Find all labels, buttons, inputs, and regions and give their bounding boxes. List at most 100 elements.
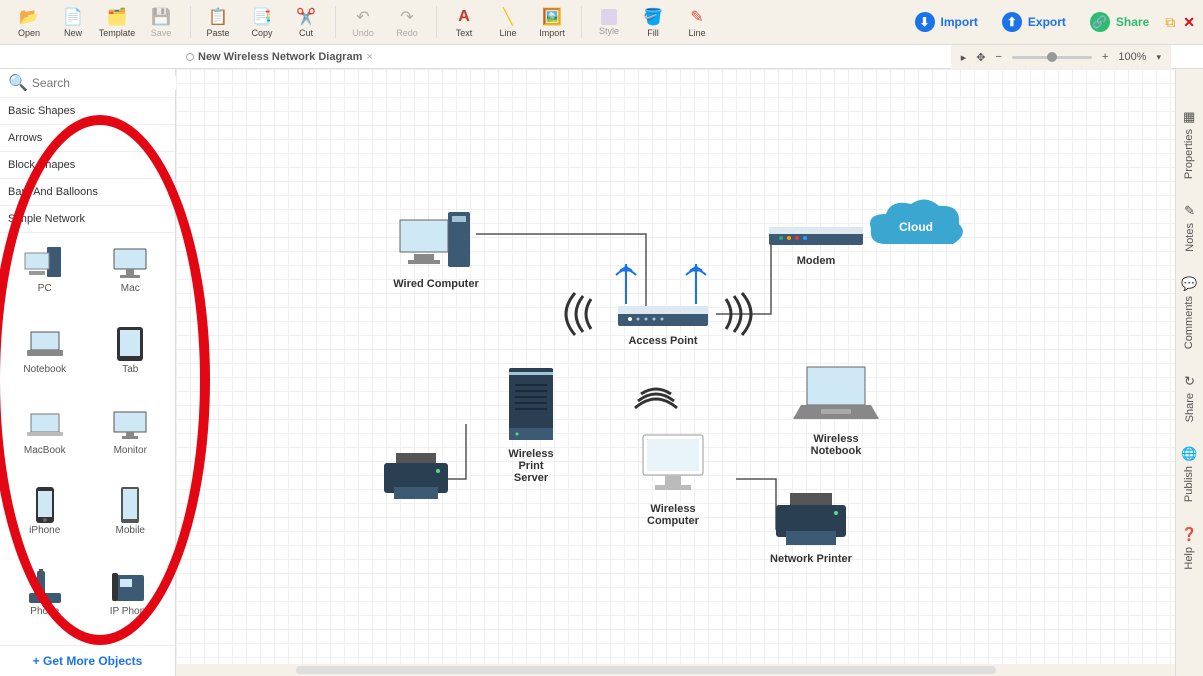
bucket-icon: 🪣 — [643, 7, 663, 27]
shape-library-panel: 🔍 Basic Shapes Arrows Block Shapes Bars … — [0, 69, 176, 676]
file-icon: 📄 — [63, 7, 83, 27]
undo-icon: ↶ — [353, 7, 373, 27]
node-access-point[interactable]: Access Point — [608, 301, 718, 347]
get-more-objects-button[interactable]: + Get More Objects — [0, 645, 175, 676]
scrollbar-thumb[interactable] — [296, 666, 996, 674]
rail-publish[interactable]: Publish🌐 — [1181, 446, 1197, 502]
category-simple-network[interactable]: Simple Network — [0, 206, 175, 233]
save-button[interactable]: 💾Save — [140, 2, 182, 42]
shape-monitor[interactable]: Monitor — [92, 401, 170, 478]
template-button[interactable]: 🗂️Template — [96, 2, 138, 42]
share-button[interactable]: 🔗Share — [1082, 8, 1157, 36]
image-icon: 🖼️ — [542, 7, 562, 27]
node-wired-computer[interactable]: Wired Computer — [391, 204, 481, 290]
right-rail: Properties▦ Notes✎ Comments💬 Share↻ Publ… — [1175, 69, 1203, 676]
unsaved-indicator-icon — [186, 53, 194, 61]
paste-button[interactable]: 📋Paste — [197, 2, 239, 42]
text-button[interactable]: AText — [443, 2, 485, 42]
redo-icon: ↷ — [397, 7, 417, 27]
shape-mobile[interactable]: Mobile — [92, 481, 170, 558]
pointer-icon[interactable]: ▸ — [961, 51, 967, 64]
shape-iphone[interactable]: iPhone — [6, 481, 84, 558]
shape-grid: PC Mac Notebook Tab MacBook Monitor iPho… — [0, 233, 175, 645]
zoom-out-icon[interactable]: − — [995, 51, 1001, 63]
restore-icon[interactable]: ⧉ — [1165, 14, 1175, 31]
line-button[interactable]: ╲Line — [487, 2, 529, 42]
rail-share[interactable]: Share↻ — [1184, 373, 1196, 422]
main-toolbar: 📂Open 📄New 🗂️Template 💾Save 📋Paste 📑Copy… — [0, 0, 1203, 45]
separator — [335, 6, 336, 38]
separator — [581, 6, 582, 38]
layers-icon: 🗂️ — [107, 7, 127, 27]
tab-active[interactable]: New Wireless Network Diagram × — [178, 47, 381, 67]
shape-notebook[interactable]: Notebook — [6, 320, 84, 397]
help-icon: ❓ — [1181, 527, 1197, 543]
node-printer-left[interactable] — [376, 449, 456, 504]
category-arrows[interactable]: Arrows — [0, 125, 175, 152]
style-button[interactable]: Style — [588, 2, 630, 42]
search-icon: 🔍 — [8, 73, 28, 93]
line-icon: ╲ — [498, 7, 518, 27]
category-block-shapes[interactable]: Block Shapes — [0, 152, 175, 179]
node-cloud[interactable]: Cloud — [861, 194, 971, 264]
node-modem[interactable]: Modem — [761, 221, 871, 267]
shape-tab[interactable]: Tab — [92, 320, 170, 397]
zoom-slider[interactable] — [1012, 56, 1092, 59]
node-network-printer[interactable]: Network Printer — [766, 489, 856, 565]
style-icon — [601, 9, 617, 25]
horizontal-scrollbar[interactable] — [176, 664, 1175, 676]
rail-help[interactable]: Help❓ — [1181, 527, 1197, 570]
rail-comments[interactable]: Comments💬 — [1181, 276, 1197, 349]
undo-button[interactable]: ↶Undo — [342, 2, 384, 42]
category-bars-balloons[interactable]: Bars And Balloons — [0, 179, 175, 206]
comments-icon: 💬 — [1181, 276, 1197, 292]
canvas[interactable]: Wired Computer Access Point Modem Cloud … — [176, 69, 1175, 676]
zoom-level: 100% — [1118, 51, 1146, 63]
category-basic-shapes[interactable]: Basic Shapes — [0, 98, 175, 125]
download-icon: ⬇ — [915, 12, 935, 32]
save-icon: 💾 — [151, 7, 171, 27]
node-wireless-computer[interactable]: Wireless Computer — [628, 427, 718, 527]
upload-icon: ⬆ — [1002, 12, 1022, 32]
redo-button[interactable]: ↷Redo — [386, 2, 428, 42]
shape-phone[interactable]: Phone — [6, 562, 84, 639]
search-input[interactable] — [32, 76, 187, 90]
node-print-server[interactable]: Wireless Print Server — [501, 364, 561, 484]
clipboard-icon: 📋 — [208, 7, 228, 27]
new-button[interactable]: 📄New — [52, 2, 94, 42]
zoom-in-icon[interactable]: + — [1102, 51, 1108, 63]
rail-notes[interactable]: Notes✎ — [1184, 203, 1196, 252]
text-icon: A — [454, 7, 474, 27]
separator — [436, 6, 437, 38]
import-image-button[interactable]: 🖼️Import — [531, 2, 573, 42]
tab-title: New Wireless Network Diagram — [198, 51, 362, 63]
pen-icon: ✎ — [687, 7, 707, 27]
import-button[interactable]: ⬇Import — [907, 8, 986, 36]
cut-button[interactable]: ✂️Cut — [285, 2, 327, 42]
scissors-icon: ✂️ — [296, 7, 316, 27]
zoom-controls: ▸ ✥ − + 100% ▾ — [951, 45, 1171, 69]
shape-mac[interactable]: Mac — [92, 239, 170, 316]
shape-search: 🔍 — [0, 69, 175, 98]
rail-properties[interactable]: Properties▦ — [1183, 109, 1195, 179]
shape-macbook[interactable]: MacBook — [6, 401, 84, 478]
node-wireless-notebook[interactable]: Wireless Notebook — [791, 359, 881, 457]
canvas-area[interactable]: Wired Computer Access Point Modem Cloud … — [176, 69, 1175, 676]
folder-icon: 📂 — [19, 7, 39, 27]
chevron-down-icon[interactable]: ▾ — [1156, 52, 1161, 63]
shape-ip-phone[interactable]: IP Phone — [92, 562, 170, 639]
zoom-slider-thumb[interactable] — [1047, 52, 1057, 62]
notes-icon: ✎ — [1184, 203, 1195, 219]
copy-button[interactable]: 📑Copy — [241, 2, 283, 42]
open-button[interactable]: 📂Open — [8, 2, 50, 42]
tab-close-icon[interactable]: × — [366, 51, 372, 63]
line-style-button[interactable]: ✎Line — [676, 2, 718, 42]
globe-icon: 🌐 — [1181, 446, 1197, 462]
fill-button[interactable]: 🪣Fill — [632, 2, 674, 42]
pan-icon[interactable]: ✥ — [976, 51, 985, 64]
export-button[interactable]: ⬆Export — [994, 8, 1074, 36]
copy-icon: 📑 — [252, 7, 272, 27]
close-icon[interactable]: ✕ — [1183, 14, 1195, 31]
shape-pc[interactable]: PC — [6, 239, 84, 316]
share-icon: 🔗 — [1090, 12, 1110, 32]
